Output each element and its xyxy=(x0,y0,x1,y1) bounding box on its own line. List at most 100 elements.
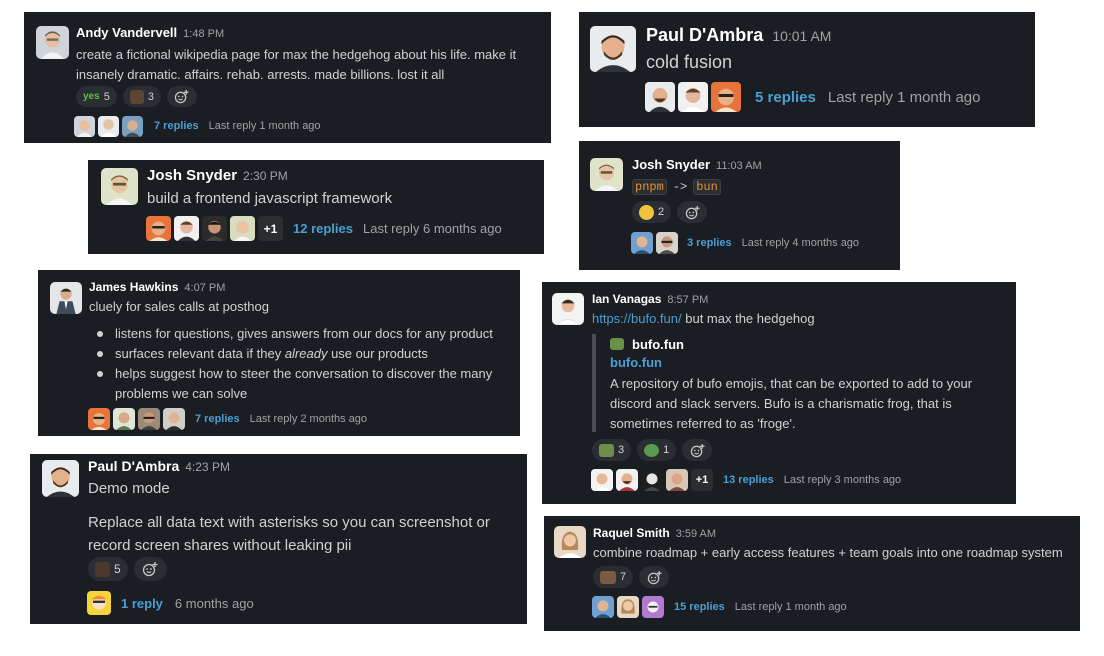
message-line: create a fictional wikipedia page for ma… xyxy=(76,47,517,62)
reply-avatar xyxy=(616,468,638,491)
bullet-list: listens for questions, gives answers fro… xyxy=(89,324,493,404)
timestamp[interactable]: 3:59 AM xyxy=(676,528,716,540)
avatar[interactable] xyxy=(36,26,69,59)
last-reply-text: Last reply 1 month ago xyxy=(734,601,847,613)
sender-name[interactable]: Raquel Smith xyxy=(593,526,670,540)
reaction-count: 3 xyxy=(618,444,625,456)
sender-name[interactable]: Josh Snyder xyxy=(632,157,710,172)
reply-avatar xyxy=(87,591,111,615)
bullet-item: helps suggest how to steer the conversat… xyxy=(89,364,493,404)
arrow-text: -> xyxy=(672,180,688,194)
bullet-text: surfaces relevant data if they xyxy=(115,346,285,361)
message-card-ian: Ian Vanagas 8:57 PM https://bufo.fun/ but… xyxy=(542,282,1016,504)
avatar[interactable] xyxy=(101,168,138,205)
timestamp[interactable]: 8:57 PM xyxy=(667,294,708,306)
reply-avatar xyxy=(711,82,741,112)
timestamp[interactable]: 10:01 AM xyxy=(772,28,831,44)
reaction-count: 7 xyxy=(620,571,627,583)
replies-link[interactable]: 13 replies xyxy=(723,474,774,486)
reaction-bufo[interactable]: 3 xyxy=(592,439,632,461)
reaction-yes[interactable]: yes 5 xyxy=(76,86,117,107)
unfurl-line: A repository of bufo emojis, that can be… xyxy=(610,376,973,391)
reply-avatar xyxy=(174,216,199,241)
more-repliers-badge: +1 xyxy=(691,468,713,491)
avatar[interactable] xyxy=(590,158,623,191)
last-reply-text: Last reply 3 months ago xyxy=(783,473,902,486)
replies-link[interactable]: 3 replies xyxy=(687,237,732,249)
avatar[interactable] xyxy=(552,293,584,325)
message-text: cluely for sales calls at posthog xyxy=(89,299,269,314)
avatar[interactable] xyxy=(50,282,82,314)
sender-name[interactable]: Paul D'Ambra xyxy=(88,458,179,474)
reply-avatar xyxy=(678,82,708,112)
reply-avatar xyxy=(617,596,639,618)
message-card-raquel: Raquel Smith 3:59 AM combine roadmap + ea… xyxy=(544,516,1080,631)
replies-link[interactable]: 7 replies xyxy=(195,413,240,425)
sender-name[interactable]: Paul D'Ambra xyxy=(646,25,763,45)
reply-avatar xyxy=(74,115,95,137)
neutral-face-emoji-icon xyxy=(639,204,654,220)
message-line: insanely dramatic. affairs. rehab. arres… xyxy=(76,67,445,82)
replies-link[interactable]: 1 reply xyxy=(121,596,163,611)
last-reply-text: Last reply 4 months ago xyxy=(741,237,860,249)
message-text-after: but max the hedgehog xyxy=(681,311,815,326)
sender-name[interactable]: James Hawkins xyxy=(89,280,178,294)
bufo-site-icon xyxy=(610,338,624,350)
sender-name[interactable]: Andy Vandervell xyxy=(76,25,177,40)
sender-name[interactable]: Ian Vanagas xyxy=(592,292,661,306)
link-unfurl[interactable]: bufo.fun bufo.fun A repository of bufo e… xyxy=(592,334,996,432)
add-reaction-button[interactable] xyxy=(166,86,197,107)
unfurl-line: sometimes referred to as 'froge'. xyxy=(610,416,796,431)
timestamp[interactable]: 2:30 PM xyxy=(243,169,288,183)
message-text: pnpm -> bun xyxy=(632,178,721,196)
timestamp[interactable]: 11:03 AM xyxy=(716,160,762,172)
timestamp[interactable]: 4:07 PM xyxy=(184,282,225,294)
replies-link[interactable]: 7 replies xyxy=(154,120,199,132)
reply-avatar xyxy=(656,232,678,254)
add-emoji-icon xyxy=(685,205,700,219)
reaction-face[interactable]: 5 xyxy=(88,557,128,581)
avatar[interactable] xyxy=(590,26,636,72)
sender-name[interactable]: Josh Snyder xyxy=(147,167,237,184)
face-emoji-icon xyxy=(95,561,110,577)
add-reaction-button[interactable] xyxy=(133,557,167,581)
unfurl-title[interactable]: bufo.fun xyxy=(610,355,662,370)
avatar[interactable] xyxy=(554,526,586,558)
message-text: build a frontend javascript framework xyxy=(147,190,393,207)
message-card-paul-demo-mode: Paul D'Ambra 4:23 PM Demo mode Replace al… xyxy=(30,454,527,624)
reply-avatar xyxy=(202,216,227,241)
reaction-frog[interactable]: 1 xyxy=(637,439,677,461)
reply-avatar xyxy=(138,408,160,430)
add-reaction-button[interactable] xyxy=(682,439,713,461)
replies-link[interactable]: 5 replies xyxy=(755,89,816,106)
replies-link[interactable]: 15 replies xyxy=(674,601,725,613)
message-text: cold fusion xyxy=(646,52,733,72)
more-repliers-badge: +1 xyxy=(258,216,283,241)
timestamp[interactable]: 4:23 PM xyxy=(185,460,230,474)
unfurl-description: A repository of bufo emojis, that can be… xyxy=(610,374,972,434)
reaction-face[interactable]: 3 xyxy=(122,86,161,107)
avatar[interactable] xyxy=(42,460,79,497)
message-text: https://bufo.fun/ but max the hedgehog xyxy=(592,311,815,326)
face-emoji-icon xyxy=(129,89,144,104)
message-card-andy: Andy Vandervell 1:48 PM create a fictiona… xyxy=(24,12,551,143)
reaction-face[interactable]: 7 xyxy=(593,566,634,588)
bufo-link[interactable]: https://bufo.fun/ xyxy=(592,311,682,326)
reaction-face[interactable]: 2 xyxy=(632,201,672,223)
last-reply-text: Last reply 6 months ago xyxy=(363,221,502,236)
bullet-text: helps suggest how to steer the conversat… xyxy=(115,366,493,381)
message-card-paul-cold-fusion: Paul D'Ambra 10:01 AM cold fusion 5 repli… xyxy=(579,12,1035,127)
add-emoji-icon xyxy=(690,443,705,457)
reply-avatar xyxy=(98,115,119,137)
last-reply-text: Last reply 1 month ago xyxy=(827,88,981,106)
add-reaction-button[interactable] xyxy=(677,201,708,223)
last-reply-text: 6 months ago xyxy=(174,595,254,611)
face-emoji-icon xyxy=(600,570,616,584)
bullet-text: use our products xyxy=(327,346,428,361)
add-reaction-button[interactable] xyxy=(639,566,670,588)
unfurl-site-name: bufo.fun xyxy=(632,336,684,352)
bullet-item: surfaces relevant data if they already u… xyxy=(89,344,493,364)
replies-link[interactable]: 12 replies xyxy=(293,221,353,236)
reply-avatar xyxy=(122,115,143,137)
timestamp[interactable]: 1:48 PM xyxy=(183,28,224,40)
